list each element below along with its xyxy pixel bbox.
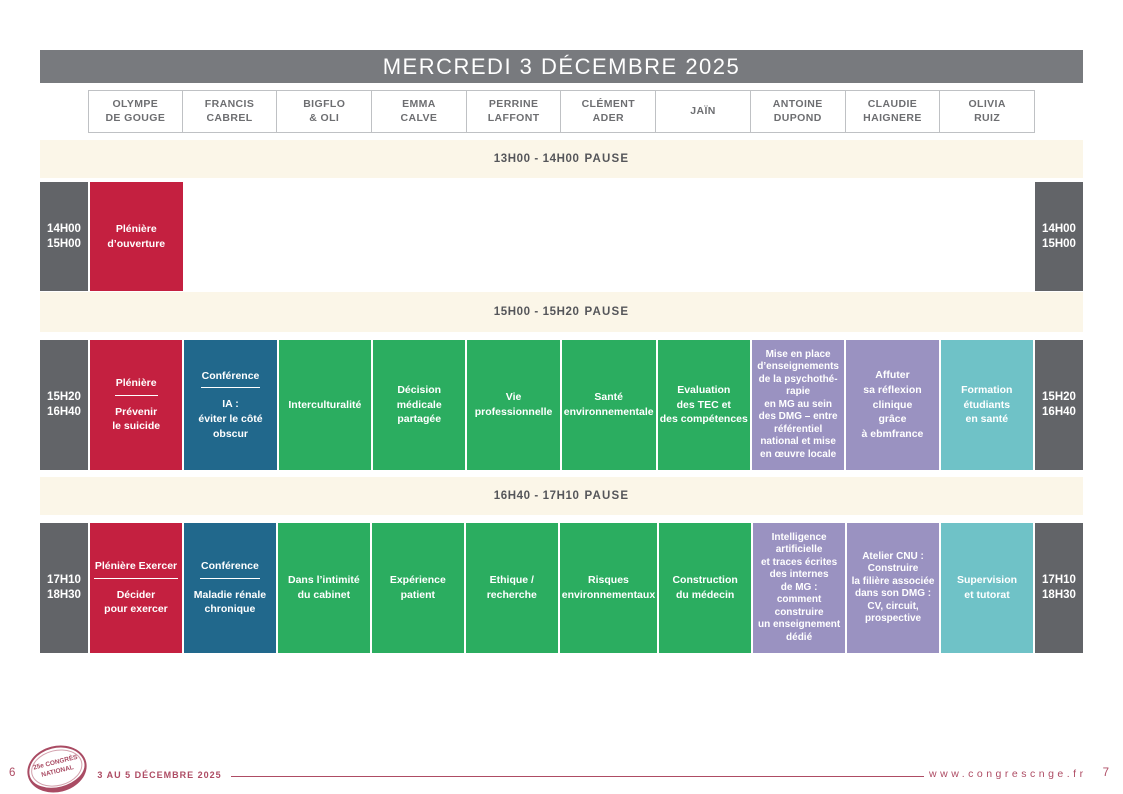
session-cell-decision-medicale: Décision médicale partagée bbox=[373, 340, 465, 470]
session-cell-ia-traces-ecrites: Intelligence artificielle et traces écri… bbox=[753, 523, 845, 653]
empty-cell bbox=[752, 182, 845, 291]
session-row-15h20: 15H20 16H40 Plénière Prévenir le suicide… bbox=[40, 340, 1083, 470]
session-title: Prévenir le suicide bbox=[112, 405, 160, 434]
pause-band-2: 15H00 - 15H20 PAUSE bbox=[40, 292, 1083, 332]
session-title: Expérience patient bbox=[390, 573, 446, 602]
header-right-spacer bbox=[1035, 90, 1083, 133]
session-title: Intelligence artificielle et traces écri… bbox=[758, 532, 840, 645]
session-kind: Conférence bbox=[200, 559, 260, 579]
session-title: Plénière d’ouverture bbox=[107, 222, 165, 251]
session-cell-supervision-tutorat: Supervision et tutorat bbox=[941, 523, 1033, 653]
empty-cell bbox=[941, 182, 1034, 291]
pause-label: PAUSE bbox=[585, 306, 630, 318]
time-label-right: 14H00 15H00 bbox=[1035, 182, 1083, 291]
session-kind: Plénière bbox=[115, 376, 158, 396]
empty-cell bbox=[468, 182, 561, 291]
day-title-bar: MERCREDI 3 DÉCEMBRE 2025 bbox=[40, 50, 1083, 83]
column-header-jain: JAÏN bbox=[656, 90, 751, 133]
column-header-francis-cabrel: FRANCIS CABREL bbox=[183, 90, 278, 133]
session-cell-decider-pour-exercer: Plénière Exercer Décider pour exercer bbox=[90, 523, 182, 653]
session-cell-construction-medecin: Construction du médecin bbox=[659, 523, 751, 653]
session-title: Affuter sa réflexion clinique grâce à eb… bbox=[862, 368, 924, 441]
session-cell-prevenir-suicide: Plénière Prévenir le suicide bbox=[90, 340, 182, 470]
column-header-bigflo-oli: BIGFLO & OLI bbox=[277, 90, 372, 133]
speaker-header-row: OLYMPE DE GOUGE FRANCIS CABREL BIGFLO & … bbox=[40, 90, 1083, 133]
session-title: Vie professionnelle bbox=[475, 390, 553, 419]
column-header-clement-ader: CLÉMENT ADER bbox=[561, 90, 656, 133]
session-title: Décider pour exercer bbox=[104, 588, 168, 617]
day-title: MERCREDI 3 DÉCEMBRE 2025 bbox=[383, 54, 741, 80]
session-cell-ia-cote-obscur: Conférence IA : éviter le côté obscur bbox=[184, 340, 276, 470]
empty-cell bbox=[374, 182, 467, 291]
time-label-right: 17H10 18H30 bbox=[1035, 523, 1083, 653]
session-title: Supervision et tutorat bbox=[957, 573, 1017, 602]
congress-website-url: www.congrescnge.fr bbox=[929, 768, 1087, 780]
empty-cell bbox=[657, 182, 750, 291]
column-header-claudie-haignere: CLAUDIE HAIGNERE bbox=[846, 90, 941, 133]
pause-time: 15H00 - 15H20 bbox=[494, 306, 580, 318]
session-cell-formation-etudiants: Formation étudiants en santé bbox=[941, 340, 1033, 470]
session-kind: Conférence bbox=[201, 369, 261, 389]
header-left-spacer bbox=[40, 90, 88, 133]
pause-time: 16H40 - 17H10 bbox=[494, 490, 580, 502]
session-title: Dans l’intimité du cabinet bbox=[288, 573, 360, 602]
session-cell-intimite-cabinet: Dans l’intimité du cabinet bbox=[278, 523, 370, 653]
session-title: Santé environnementale bbox=[564, 390, 654, 419]
session-title: Formation étudiants en santé bbox=[961, 383, 1012, 427]
session-cell-risques-environnementaux: Risques environnementaux bbox=[560, 523, 657, 653]
session-title: Mise en place d’enseignements de la psyc… bbox=[757, 349, 839, 462]
column-header-olympe-de-gouge: OLYMPE DE GOUGE bbox=[88, 90, 183, 133]
session-title: IA : éviter le côté obscur bbox=[198, 397, 262, 441]
session-title: Décision médicale partagée bbox=[375, 383, 463, 427]
page-number-right: 7 bbox=[1103, 767, 1109, 779]
session-row-14h00: 14H00 15H00 Plénière d’ouverture 14H00 1… bbox=[40, 182, 1083, 291]
empty-cell bbox=[563, 182, 656, 291]
session-cell-sante-environnementale: Santé environnementale bbox=[562, 340, 656, 470]
session-cell-experience-patient: Expérience patient bbox=[372, 523, 464, 653]
session-cell-maladie-renale: Conférence Maladie rénale chronique bbox=[184, 523, 276, 653]
column-header-perrine-laffont: PERRINE LAFFONT bbox=[467, 90, 562, 133]
session-cell-evaluation-tec: Evaluation des TEC et des compétences bbox=[658, 340, 750, 470]
session-title: Ethique / recherche bbox=[487, 573, 537, 602]
session-cell-ethique-recherche: Ethique / recherche bbox=[466, 523, 558, 653]
session-cell-pleniere-ouverture: Plénière d’ouverture bbox=[90, 182, 183, 291]
time-label-left: 14H00 15H00 bbox=[40, 182, 88, 291]
congress-logo-inner-ring: 25e CONGRÈS NATIONAL bbox=[27, 744, 86, 792]
page-footer: 6 25e CONGRÈS NATIONAL 3 AU 5 DÉCEMBRE 2… bbox=[0, 738, 1123, 794]
column-header-emma-calve: EMMA CALVE bbox=[372, 90, 467, 133]
session-cell-vie-professionnelle: Vie professionnelle bbox=[467, 340, 559, 470]
session-title: Atelier CNU : Construire la filière asso… bbox=[852, 551, 935, 626]
pause-label: PAUSE bbox=[585, 490, 630, 502]
session-title: Construction du médecin bbox=[672, 573, 737, 602]
congress-dates: 3 AU 5 DÉCEMBRE 2025 bbox=[97, 770, 221, 780]
session-cell-psychotherapie-mg: Mise en place d’enseignements de la psyc… bbox=[752, 340, 844, 470]
session-cell-interculturalite: Interculturalité bbox=[279, 340, 371, 470]
pause-label: PAUSE bbox=[585, 153, 630, 165]
congress-logo: 25e CONGRÈS NATIONAL bbox=[23, 739, 92, 794]
time-label-left: 15H20 16H40 bbox=[40, 340, 88, 470]
footer-rule-line bbox=[231, 776, 924, 777]
column-header-olivia-ruiz: OLIVIA RUIZ bbox=[940, 90, 1035, 133]
empty-cell bbox=[279, 182, 372, 291]
session-cell-atelier-cnu: Atelier CNU : Construire la filière asso… bbox=[847, 523, 939, 653]
schedule-page: MERCREDI 3 DÉCEMBRE 2025 OLYMPE DE GOUGE… bbox=[40, 50, 1083, 653]
session-title: Interculturalité bbox=[288, 398, 361, 413]
pause-band-1: 13H00 - 14H00 PAUSE bbox=[40, 140, 1083, 178]
session-cell-ebmfrance: Affuter sa réflexion clinique grâce à eb… bbox=[846, 340, 938, 470]
session-kind: Plénière Exercer bbox=[94, 559, 178, 579]
session-row-17h10: 17H10 18H30 Plénière Exercer Décider pou… bbox=[40, 523, 1083, 653]
column-header-antoine-dupond: ANTOINE DUPOND bbox=[751, 90, 846, 133]
session-title: Maladie rénale chronique bbox=[194, 588, 266, 617]
page-number-left: 6 bbox=[9, 767, 15, 779]
pause-time: 13H00 - 14H00 bbox=[494, 153, 580, 165]
time-label-right: 15H20 16H40 bbox=[1035, 340, 1083, 470]
empty-cell bbox=[185, 182, 278, 291]
empty-cell bbox=[846, 182, 939, 291]
session-title: Risques environnementaux bbox=[562, 573, 655, 602]
session-title: Evaluation des TEC et des compétences bbox=[660, 383, 748, 427]
pause-band-3: 16H40 - 17H10 PAUSE bbox=[40, 477, 1083, 515]
time-label-left: 17H10 18H30 bbox=[40, 523, 88, 653]
